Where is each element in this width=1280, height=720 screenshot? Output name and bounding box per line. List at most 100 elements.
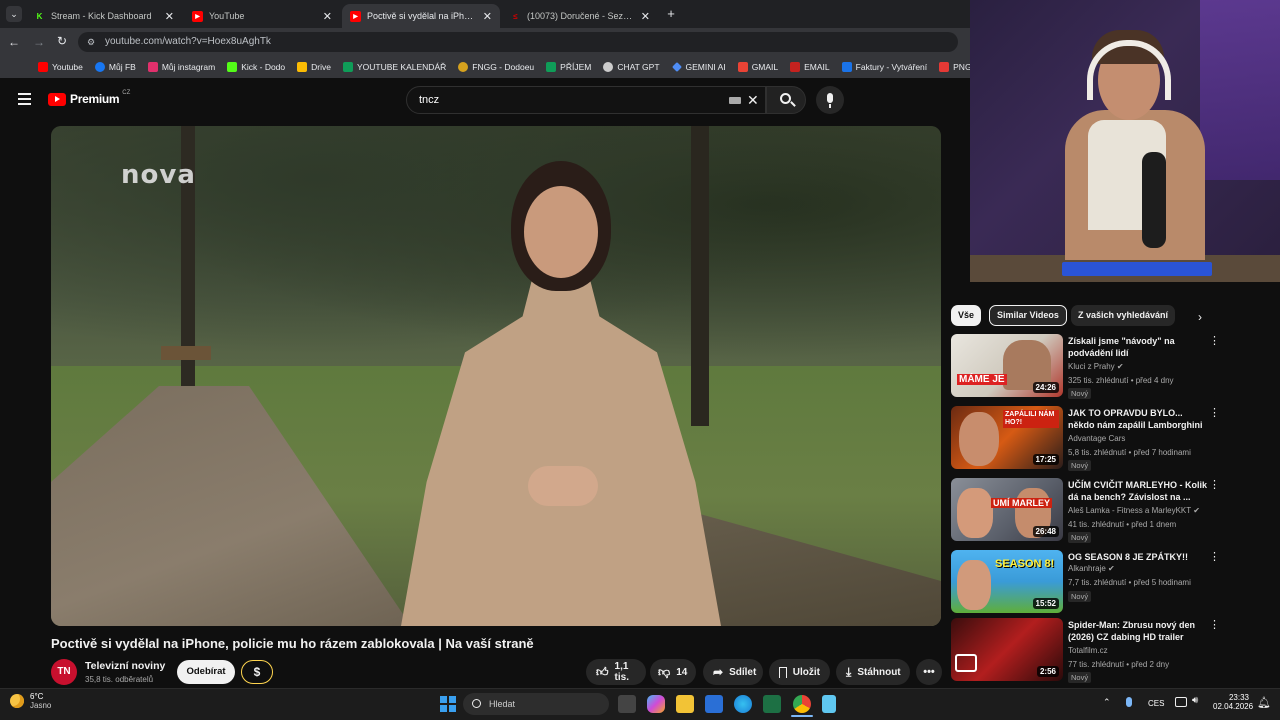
notepad-icon[interactable] — [822, 695, 836, 713]
bookmark-instagram[interactable]: Můj instagram — [147, 62, 215, 72]
bookmark-youtube-calendar[interactable]: YOUTUBE KALENDÁŘ — [342, 62, 446, 72]
recommendation-item[interactable]: SEASON 8! 15:52 OG SEASON 8 JE ZPÁTKY!! … — [951, 550, 1220, 614]
chip-similar-videos[interactable]: Similar Videos — [989, 305, 1067, 326]
recommendation-channel[interactable]: Alkanhraje ✔︎ — [1068, 564, 1115, 573]
video-thumbnail[interactable]: ZAPÁLILI NÁM HO?! 17:25 — [951, 406, 1063, 469]
new-badge: Nový — [1068, 532, 1092, 543]
clear-search-icon[interactable]: ✕ — [747, 87, 759, 113]
voice-search-button[interactable] — [816, 86, 844, 114]
taskbar-search[interactable]: Hledat — [463, 693, 609, 715]
notification-bell-icon[interactable]: 🔔︎ — [1257, 696, 1271, 709]
bookmark-fngg[interactable]: FNGG - Dodoeu — [458, 62, 534, 72]
close-tab-icon[interactable]: ✕ — [483, 10, 492, 23]
recommendation-channel[interactable]: Totalfilm.cz — [1068, 646, 1108, 655]
video-thumbnail[interactable]: MÁME JE 24:26 — [951, 334, 1063, 397]
recommendation-item[interactable]: ZAPÁLILI NÁM HO?! 17:25 JAK TO OPRAVDU B… — [951, 406, 1220, 471]
network-icon[interactable] — [1175, 697, 1187, 707]
chevron-right-icon[interactable]: › — [1198, 310, 1202, 324]
weather-widget[interactable]: 6°C Jasno — [10, 692, 51, 710]
bookmark-faktury[interactable]: Faktury - Vytváření — [841, 62, 927, 72]
reload-icon[interactable]: ↻ — [57, 34, 67, 48]
dislike-button[interactable]: 👎︎ 14 — [650, 659, 696, 685]
search-icon — [472, 699, 481, 708]
keyboard-icon[interactable] — [729, 97, 741, 104]
video-thumbnail[interactable]: SEASON 8! 15:52 — [951, 550, 1063, 613]
bookmark-gmail[interactable]: GMAIL — [737, 62, 778, 72]
new-tab-button[interactable]: + — [664, 6, 678, 22]
recommendation-title[interactable]: OG SEASON 8 JE ZPÁTKY!! — [1068, 551, 1208, 563]
bookmark-kick[interactable]: Kick - Dodo — [227, 62, 285, 72]
file-explorer-icon[interactable] — [676, 695, 694, 713]
chrome-icon[interactable] — [793, 695, 811, 713]
tab-current-video[interactable]: ▶ Poctivě si vydělal na iPhone, po ✕ — [342, 4, 500, 28]
clock[interactable]: 23:33 02.04.2026 — [1213, 693, 1253, 711]
bookmark-facebook[interactable]: Můj FB — [94, 62, 136, 72]
more-vertical-icon[interactable]: ⋮ — [1209, 408, 1220, 419]
save-button[interactable]: Uložit — [769, 659, 830, 685]
thanks-button[interactable]: $ — [241, 660, 273, 684]
like-button[interactable]: 👍︎ 1,1 tis. — [586, 659, 646, 685]
download-button[interactable]: ⤓ Stáhnout — [836, 659, 910, 685]
subscriber-count: 35,8 tis. odběratelů — [85, 675, 154, 684]
more-vertical-icon[interactable]: ⋮ — [1209, 552, 1220, 563]
site-info-icon[interactable]: ⚙ — [87, 32, 95, 52]
copilot-icon[interactable] — [647, 695, 665, 713]
mail-icon[interactable] — [705, 695, 723, 713]
more-actions-button[interactable]: ••• — [916, 659, 942, 685]
bookmark-gemini[interactable]: GEMINI AI — [671, 62, 726, 72]
edge-icon[interactable] — [734, 695, 752, 713]
tab-search-button[interactable]: ⌄ — [6, 6, 22, 22]
share-icon: ➦ — [713, 665, 724, 679]
video-thumbnail[interactable]: 2:56 — [951, 618, 1063, 681]
back-icon[interactable]: ← — [8, 35, 20, 49]
microphone-icon[interactable] — [1126, 697, 1132, 707]
bookmark-png-to-pdf[interactable]: PNG to PDF — [939, 62, 970, 72]
close-tab-icon[interactable]: ✕ — [641, 10, 650, 23]
excel-icon[interactable] — [763, 695, 781, 713]
recommendation-item[interactable]: UMÍ MARLEY 26:48 UČÍM CVIČIT MARLEYHO - … — [951, 478, 1220, 543]
recommendation-item[interactable]: MÁME JE 24:26 Získali jsme "návody" na p… — [951, 334, 1220, 399]
subscribe-button[interactable]: Odebírat — [177, 660, 235, 684]
tab-seznam-email[interactable]: ≤ (10073) Doručené - Seznam Em ✕ — [502, 4, 658, 28]
youtube-premium-logo[interactable]: Premium CZ — [48, 90, 130, 107]
channel-name[interactable]: Televizní noviny — [85, 660, 165, 672]
close-tab-icon[interactable]: ✕ — [323, 10, 332, 23]
more-vertical-icon[interactable]: ⋮ — [1209, 336, 1220, 347]
menu-icon[interactable] — [18, 93, 31, 105]
task-view-icon[interactable] — [618, 695, 636, 713]
search-button[interactable] — [766, 86, 806, 114]
recommendation-channel[interactable]: Kluci z Prahy ✔︎ — [1068, 362, 1124, 371]
recommendation-title[interactable]: UČÍM CVIČIT MARLEYHO - Kolik dá na bench… — [1068, 479, 1208, 503]
recommendation-channel[interactable]: Advantage Cars — [1068, 434, 1125, 443]
recommendation-title[interactable]: Spider-Man: Zbrusu nový den (2026) CZ da… — [1068, 619, 1208, 643]
bookmark-drive[interactable]: Drive — [297, 62, 331, 72]
video-thumbnail[interactable]: UMÍ MARLEY 26:48 — [951, 478, 1063, 541]
address-bar[interactable]: ⚙ youtube.com/watch?v=Hoex8uAghTk — [78, 32, 958, 52]
more-vertical-icon[interactable]: ⋮ — [1209, 480, 1220, 491]
start-button[interactable] — [440, 696, 456, 712]
speaker-icon[interactable]: 🔊︎ — [1192, 695, 1198, 706]
tab-kick-dashboard[interactable]: K Stream - Kick Dashboard ✕ — [26, 4, 182, 28]
chip-from-searches[interactable]: Z vašich vyhledávání — [1071, 305, 1176, 326]
close-tab-icon[interactable]: ✕ — [165, 10, 174, 23]
more-vertical-icon[interactable]: ⋮ — [1209, 620, 1220, 631]
forward-icon[interactable]: → — [33, 35, 45, 49]
bookmark-prijem[interactable]: PŘÍJEM — [546, 62, 591, 72]
recommendation-views: 5,8 tis. zhlédnutí • před 7 hodinami — [1068, 448, 1191, 457]
recommendation-channel[interactable]: Aleš Lamka - Fitness a MarleyKKT ✔︎ — [1068, 506, 1200, 515]
language-indicator[interactable]: CES — [1148, 699, 1164, 708]
bookmark-chatgpt[interactable]: CHAT GPT — [603, 62, 660, 72]
recommendation-title[interactable]: Získali jsme "návody" na podvádění lidí — [1068, 335, 1208, 359]
show-hidden-icons[interactable]: ⌃ — [1103, 697, 1111, 708]
more-horizontal-icon: ••• — [923, 666, 935, 678]
recommendation-title[interactable]: JAK TO OPRAVDU BYLO... někdo nám zapálil… — [1068, 407, 1208, 432]
search-input[interactable]: tncz ✕ — [406, 86, 766, 114]
recommendation-item[interactable]: 2:56 Spider-Man: Zbrusu nový den (2026) … — [951, 618, 1220, 683]
video-player[interactable]: nova — [51, 126, 941, 626]
channel-avatar[interactable]: TN — [51, 659, 77, 685]
bookmark-email[interactable]: EMAIL — [790, 62, 830, 72]
share-button[interactable]: ➦ Sdílet — [703, 659, 763, 685]
bookmark-youtube[interactable]: Youtube — [38, 62, 83, 72]
tab-youtube[interactable]: ▶ YouTube ✕ — [184, 4, 340, 28]
chip-all[interactable]: Vše — [951, 305, 982, 326]
